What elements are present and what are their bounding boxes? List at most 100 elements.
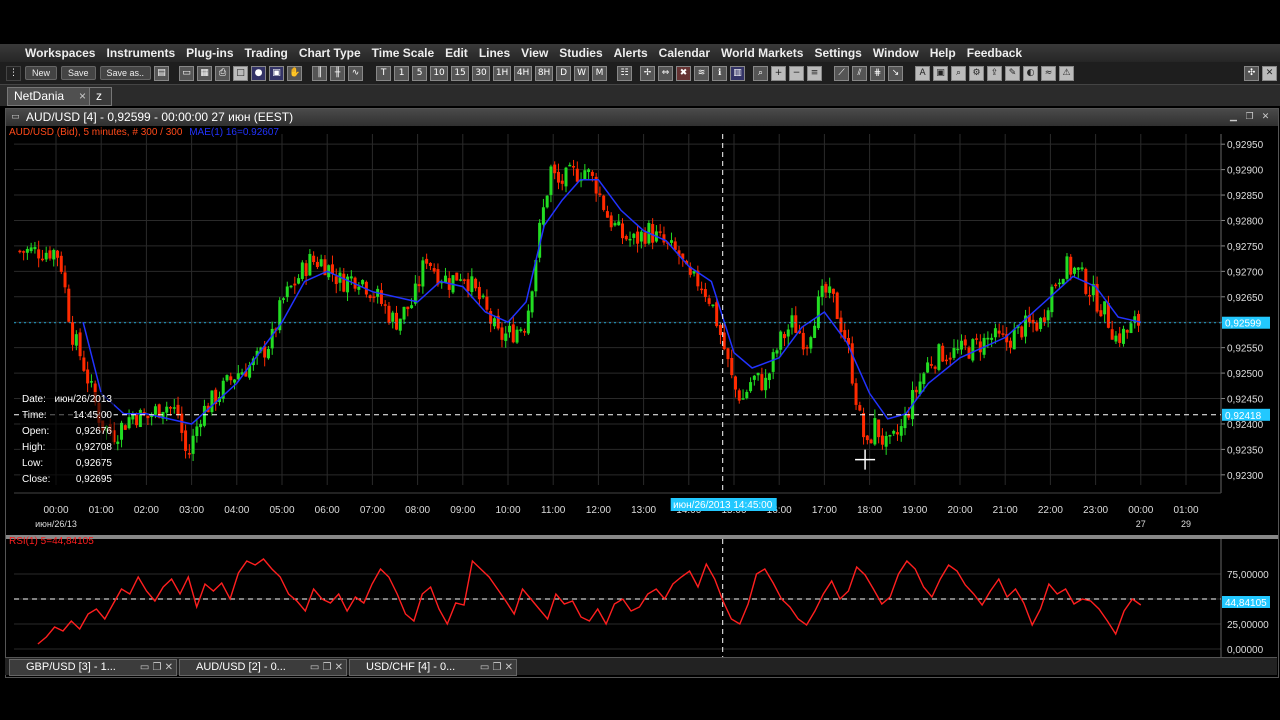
candle-body — [383, 304, 387, 306]
save-as-button[interactable]: Save as.. — [99, 66, 152, 80]
magnifier-icon[interactable]: ⌕ — [951, 65, 967, 81]
timeframe-w-button[interactable]: W — [574, 65, 590, 81]
menu-calendar[interactable]: Calendar — [659, 46, 719, 60]
minimized-window-tab[interactable]: GBP/USD [3] - 1... ▭ ❐ ✕ — [9, 659, 177, 676]
crosshair-time-label: июн/26/2013 14:45:00 — [673, 500, 773, 511]
menu-instruments[interactable]: Instruments — [106, 46, 184, 60]
bar-chart-icon[interactable]: ║ — [312, 65, 328, 81]
timeframe-d-button[interactable]: D — [556, 65, 572, 81]
menu-window[interactable]: Window — [873, 46, 928, 60]
menu-edit[interactable]: Edit — [445, 46, 477, 60]
tab-netdania[interactable]: NetDania × — [7, 87, 91, 106]
new-button[interactable]: New — [25, 66, 58, 80]
user-icon[interactable]: ● — [251, 65, 267, 81]
line-chart-icon[interactable]: ∿ — [348, 65, 364, 81]
save-button[interactable]: Save — [61, 66, 96, 80]
timeframe-4h-button[interactable]: 4H — [514, 65, 533, 81]
crosshair-icon[interactable]: ✢ — [640, 65, 656, 81]
print-icon[interactable]: ⎙ — [215, 65, 231, 81]
text-tool-icon[interactable]: A — [915, 65, 931, 81]
candle-body — [165, 406, 169, 413]
lock-icon[interactable]: ▣ — [933, 65, 949, 81]
timeframe-t-button[interactable]: T — [376, 65, 392, 81]
candle-body — [1073, 267, 1077, 274]
menu-settings[interactable]: Settings — [814, 46, 870, 60]
menu-feedback[interactable]: Feedback — [967, 46, 1031, 60]
menu-time-scale[interactable]: Time Scale — [372, 46, 443, 60]
candle-body — [621, 223, 625, 239]
timeframe-15-button[interactable]: 15 — [451, 65, 470, 81]
export-icon[interactable]: ⇪ — [987, 65, 1003, 81]
chart-area[interactable]: 0,92950 0,92900 0,92850 0,92800 0,92750 0,927… — [6, 127, 1278, 675]
arrow-tool-icon[interactable]: ↘ — [888, 65, 904, 81]
menu-lines[interactable]: Lines — [479, 46, 519, 60]
candle-chart-icon[interactable]: ╫ — [330, 65, 346, 81]
grid-icon[interactable]: ▦ — [197, 65, 213, 81]
window-controls-icon[interactable]: ▭ ❐ ✕ — [140, 660, 173, 675]
menu-plug-ins[interactable]: Plug-ins — [186, 46, 242, 60]
menu-alerts[interactable]: Alerts — [614, 46, 657, 60]
candle-body — [613, 223, 617, 226]
tab-z[interactable]: z — [89, 87, 112, 106]
zoom-in-icon[interactable]: + — [771, 65, 787, 81]
window-close-icon[interactable]: ✕ — [1260, 111, 1271, 122]
menu-workspaces[interactable]: Workspaces — [25, 46, 104, 60]
window-controls-icon[interactable]: ▭ ❐ ✕ — [480, 660, 513, 675]
pin-icon[interactable]: ✣ — [1244, 65, 1259, 81]
info-row: Close: 0,92695 — [20, 472, 114, 488]
timeframe-8h-button[interactable]: 8H — [535, 65, 554, 81]
tab-close-icon[interactable]: × — [79, 88, 86, 105]
zoom-out-icon[interactable]: − — [789, 65, 805, 81]
gear-icon[interactable]: ⚙ — [969, 65, 985, 81]
candle-body — [1046, 310, 1050, 321]
window-controls-icon[interactable]: ▭ ❐ ✕ — [310, 660, 343, 675]
minimized-window-tab[interactable]: AUD/USD [2] - 0... ▭ ❐ ✕ — [179, 659, 347, 676]
zoom-icon[interactable]: ⌕ — [753, 65, 769, 81]
table-icon[interactable]: ☷ — [617, 65, 633, 81]
delete-icon[interactable]: ✖ — [676, 65, 692, 81]
scroll-icon[interactable]: ⇔ — [658, 65, 674, 81]
wave-icon[interactable]: ≈ — [1041, 65, 1057, 81]
menu-trading[interactable]: Trading — [245, 46, 297, 60]
volume-icon[interactable]: ▥ — [730, 65, 746, 81]
timeframe-m-button[interactable]: M — [592, 65, 608, 81]
layout-icon[interactable]: ▤ — [154, 65, 170, 81]
color-icon[interactable]: ◐ — [1023, 65, 1039, 81]
timeframe-5-button[interactable]: 5 — [412, 65, 428, 81]
window-icon[interactable]: ▭ — [179, 65, 195, 81]
alert-icon[interactable]: ⚠ — [1059, 65, 1075, 81]
zoom-fit-icon[interactable]: ≡ — [807, 65, 823, 81]
close-icon[interactable]: ✕ — [1262, 65, 1277, 81]
candle-body — [1012, 329, 1016, 350]
candle-body — [304, 263, 308, 276]
trendline-icon[interactable]: ⟋ — [834, 65, 850, 81]
chart-window-menu-icon[interactable]: ▭ — [10, 111, 21, 122]
info-icon[interactable]: ℹ — [712, 65, 728, 81]
candle-body — [734, 376, 738, 390]
minimize-icon[interactable]: ▁ — [1228, 111, 1239, 122]
candle-body — [330, 264, 334, 274]
page-icon[interactable]: □ — [233, 65, 249, 81]
screen-icon[interactable]: ▣ — [269, 65, 285, 81]
candle-body — [319, 259, 323, 267]
hand-icon[interactable]: ✋ — [287, 65, 303, 81]
fibonacci-icon[interactable]: ⋕ — [870, 65, 886, 81]
time-axis-label: 18:00 — [857, 505, 882, 516]
candle-body — [673, 241, 677, 250]
menu-world-markets[interactable]: World Markets — [721, 46, 812, 60]
menu-help[interactable]: Help — [930, 46, 965, 60]
channel-icon[interactable]: ⫽ — [852, 65, 868, 81]
menu-studies[interactable]: Studies — [559, 46, 611, 60]
menu-view[interactable]: View — [521, 46, 557, 60]
candle-body — [33, 247, 37, 250]
studies-icon[interactable]: ≋ — [694, 65, 710, 81]
maximize-icon[interactable]: ❐ — [1244, 111, 1255, 122]
candle-body — [56, 250, 60, 258]
minimized-window-tab[interactable]: USD/CHF [4] - 0... ▭ ❐ ✕ — [349, 659, 517, 676]
timeframe-30-button[interactable]: 30 — [472, 65, 491, 81]
timeframe-10-button[interactable]: 10 — [430, 65, 449, 81]
menu-chart-type[interactable]: Chart Type — [299, 46, 370, 60]
timeframe-1h-button[interactable]: 1H — [493, 65, 512, 81]
note-icon[interactable]: ✎ — [1005, 65, 1021, 81]
timeframe-1-button[interactable]: 1 — [394, 65, 410, 81]
